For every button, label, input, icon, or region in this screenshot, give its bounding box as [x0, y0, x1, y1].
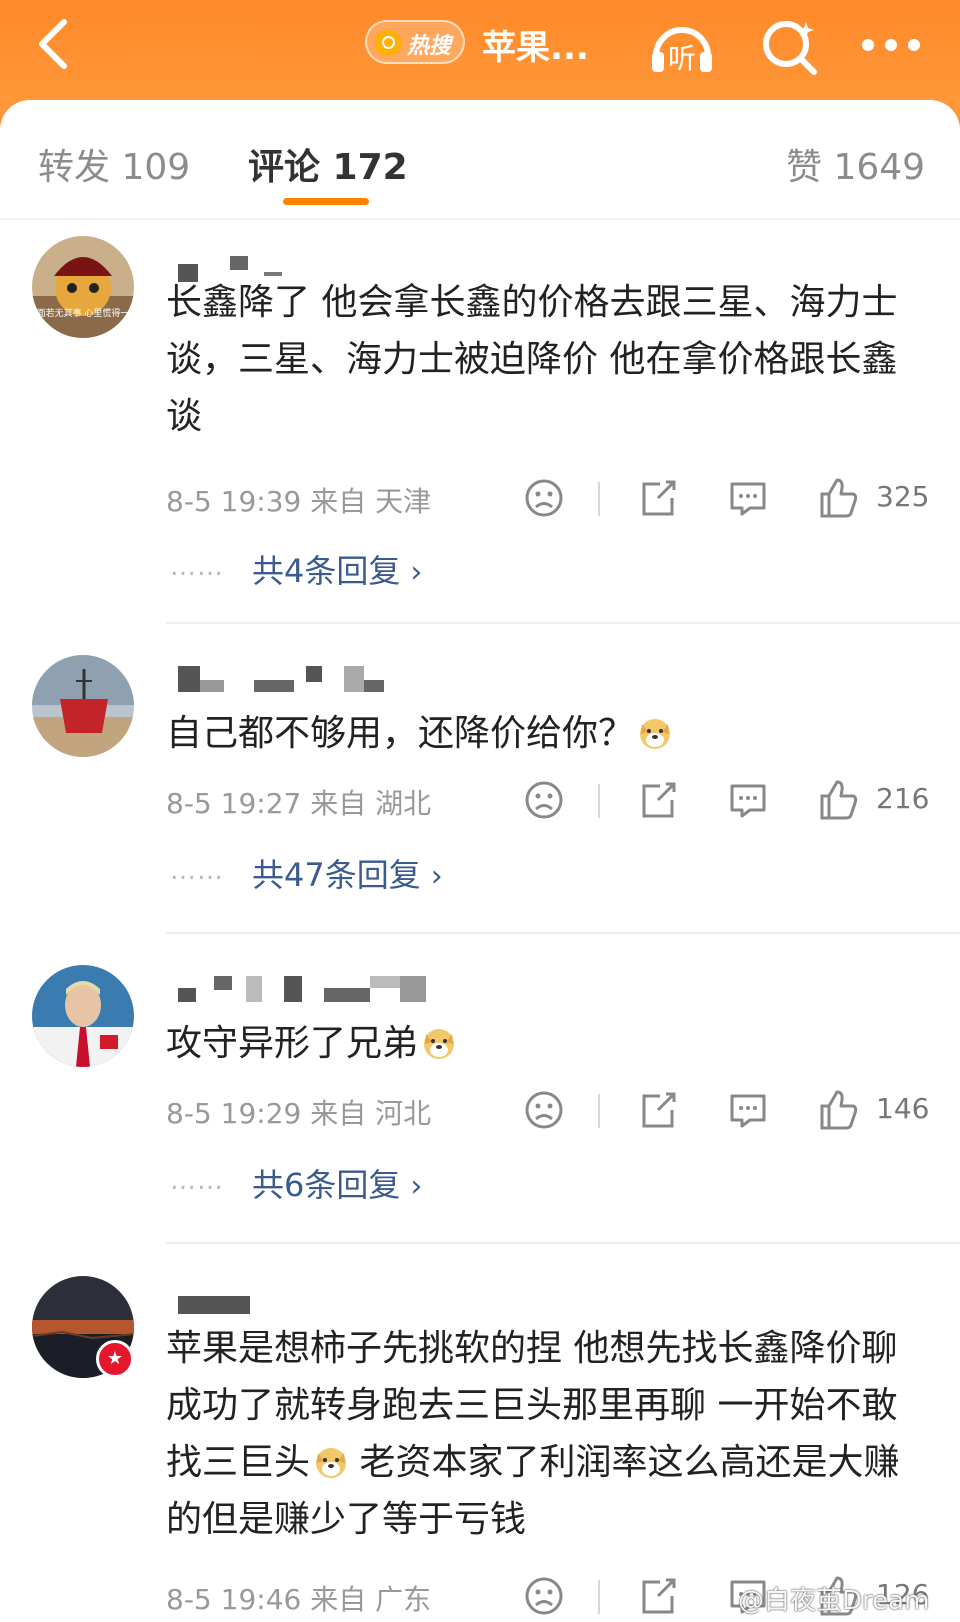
doge-emoji-icon: [424, 1029, 455, 1059]
share-icon: [642, 480, 676, 516]
comment-text: 攻守异形了兄弟: [166, 1015, 906, 1072]
search-icon: [763, 21, 817, 75]
dislike-button[interactable]: [522, 778, 566, 822]
divider: [598, 1094, 600, 1128]
tab-bar: 转发 109 评论 172 赞 1649: [0, 100, 960, 220]
reply-count: 共4条回复: [252, 552, 401, 590]
doge-emoji-icon: [316, 1448, 347, 1478]
share-button[interactable]: [636, 1088, 680, 1132]
view-replies-link[interactable]: 共47条回复 ›: [252, 850, 443, 896]
comment-text: 苹果是想柿子先挑软的捏 他想先找长鑫降价聊成功了就转身跑去三巨头那里再聊 一开始…: [166, 1320, 906, 1548]
tab-reposts[interactable]: 转发 109: [38, 138, 190, 190]
reply-dots: ……: [170, 552, 224, 582]
comment-bubble-icon: [730, 784, 766, 818]
more-dots-icon: [862, 39, 920, 51]
divider: [166, 932, 960, 934]
reply-button[interactable]: [726, 476, 770, 520]
back-button[interactable]: [30, 14, 86, 74]
avatar[interactable]: 表面若无其事 心里慌得一批: [32, 236, 134, 338]
avatar-caption: 表面若无其事 心里慌得一批: [32, 307, 134, 319]
reply-dots: ……: [170, 856, 224, 886]
search-button[interactable]: [760, 16, 820, 76]
reply-dots: ……: [170, 1166, 224, 1196]
comment-meta: 8-5 19:46 来自 广东: [166, 1583, 432, 1616]
tab-likes[interactable]: 赞 1649: [786, 138, 925, 190]
search-mini-icon: [375, 30, 401, 56]
headphones-listen-icon: 听: [652, 27, 712, 75]
like-button[interactable]: [816, 778, 860, 822]
share-button[interactable]: [636, 778, 680, 822]
reply-button[interactable]: [726, 1088, 770, 1132]
sad-face-icon: [525, 1577, 563, 1615]
verified-badge-icon: ★: [96, 1340, 134, 1378]
avatar[interactable]: [32, 965, 134, 1067]
hot-search-label: 热搜: [407, 34, 452, 59]
sad-face-icon: [525, 781, 563, 819]
comment-bubble-icon: [730, 482, 766, 516]
active-tab-indicator: [283, 198, 369, 205]
divider: [598, 482, 600, 516]
comment-meta: 8-5 19:29 来自 河北: [166, 1097, 432, 1130]
divider: [0, 218, 960, 220]
like-count: 216: [876, 782, 930, 815]
chevron-right-icon: ›: [410, 555, 423, 590]
avatar[interactable]: [32, 655, 134, 757]
chevron-left-icon: [39, 19, 67, 69]
divider: [166, 622, 960, 624]
hot-search-badge[interactable]: 热搜: [365, 20, 465, 64]
like-count: 325: [876, 480, 930, 513]
dislike-button[interactable]: [522, 476, 566, 520]
share-button[interactable]: [636, 1574, 680, 1618]
listen-label: 听: [668, 42, 696, 75]
reply-button[interactable]: [726, 778, 770, 822]
dislike-button[interactable]: [522, 1088, 566, 1132]
reply-count: 共47条回复: [252, 856, 421, 894]
share-button[interactable]: [636, 476, 680, 520]
more-button[interactable]: [858, 30, 924, 60]
divider: [598, 1580, 600, 1614]
divider: [598, 784, 600, 818]
chevron-right-icon: ›: [430, 859, 443, 894]
like-button[interactable]: [816, 1088, 860, 1132]
share-icon: [642, 782, 676, 818]
thumbs-up-icon: [820, 780, 858, 820]
sad-face-icon: [525, 479, 563, 517]
sad-face-icon: [525, 1091, 563, 1129]
share-icon: [642, 1092, 676, 1128]
dislike-button[interactable]: [522, 1574, 566, 1618]
tab-comments[interactable]: 评论 172: [248, 138, 408, 190]
chevron-right-icon: ›: [410, 1169, 423, 1204]
listen-button[interactable]: 听: [646, 16, 718, 76]
divider: [166, 1242, 960, 1244]
comment-text-content: 自己都不够用，还降价给你？: [166, 713, 635, 754]
doge-emoji-icon: [640, 719, 671, 749]
view-replies-link[interactable]: 共6条回复 ›: [252, 1160, 422, 1206]
comment-text-content: 攻守异形了兄弟: [166, 1023, 419, 1064]
comment-text: 自己都不够用，还降价给你？: [166, 705, 906, 762]
hot-topic-title[interactable]: 苹果...: [482, 20, 589, 69]
comment-meta: 8-5 19:27 来自 湖北: [166, 787, 432, 820]
comment-text: 长鑫降了 他会拿长鑫的价格去跟三星、海力士谈，三星、海力士被迫降价 他在拿价格跟…: [166, 282, 898, 437]
comment-bubble-icon: [730, 1094, 766, 1128]
thumbs-up-icon: [820, 478, 858, 518]
like-count: 146: [876, 1092, 930, 1125]
watermark: @白夜茧Dream: [738, 1586, 930, 1616]
share-icon: [642, 1578, 676, 1614]
like-button[interactable]: [816, 476, 860, 520]
thumbs-up-icon: [820, 1090, 858, 1130]
reply-count: 共6条回复: [252, 1166, 401, 1204]
comment-meta: 8-5 19:39 来自 天津: [166, 485, 432, 518]
view-replies-link[interactable]: 共4条回复 ›: [252, 546, 422, 592]
